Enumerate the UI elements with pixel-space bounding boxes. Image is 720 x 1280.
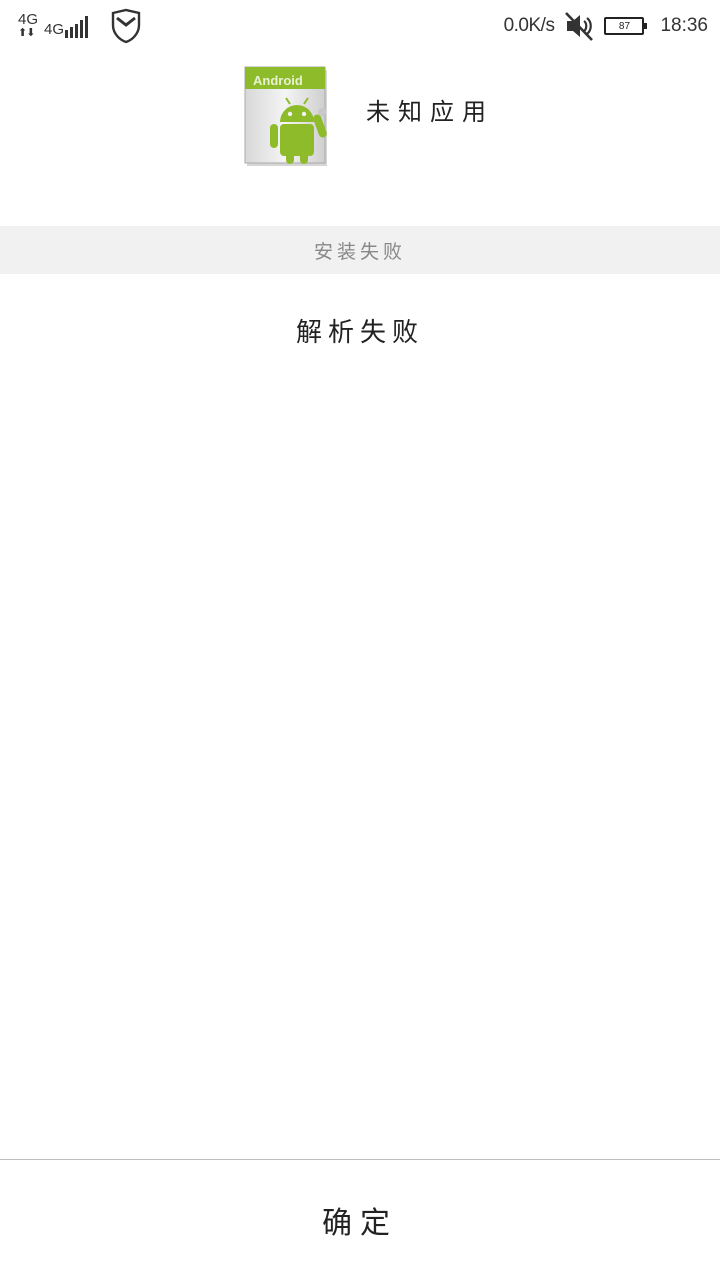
error-message: 解析失败 bbox=[295, 318, 424, 348]
signal-icon bbox=[65, 16, 90, 38]
install-status-text: 安装失败 bbox=[313, 240, 406, 263]
confirm-button[interactable]: 确定 bbox=[0, 1160, 720, 1280]
network-type-label: 4G bbox=[18, 11, 39, 28]
install-status-band: 安装失败 bbox=[0, 226, 720, 274]
battery-level: 87 bbox=[618, 20, 631, 32]
mute-icon bbox=[565, 12, 594, 41]
status-bar: 4G ⬆⬇ 4G 0.0K/s 87 18:36 bbox=[0, 0, 720, 52]
install-result-screen: 4G ⬆⬇ 4G 0.0K/s 87 18:36 Android 未知应用 安装… bbox=[0, 0, 720, 1280]
status-bar-left: 4G ⬆⬇ 4G bbox=[18, 8, 142, 44]
shield-icon bbox=[111, 8, 141, 44]
android-app-icon: Android bbox=[244, 66, 327, 166]
clock: 18:36 bbox=[660, 15, 708, 36]
network-speed: 0.0K/s bbox=[503, 15, 555, 36]
network-indicator: 4G ⬆⬇ bbox=[18, 11, 40, 39]
battery-icon: 87 bbox=[604, 17, 648, 35]
app-name: 未知应用 bbox=[366, 98, 494, 126]
status-bar-right: 0.0K/s 87 18:36 bbox=[504, 8, 708, 44]
data-activity-icon: ⬆⬇ bbox=[18, 27, 35, 39]
app-icon-banner-text: Android bbox=[253, 73, 303, 88]
network-type-label-2: 4G bbox=[44, 20, 65, 38]
